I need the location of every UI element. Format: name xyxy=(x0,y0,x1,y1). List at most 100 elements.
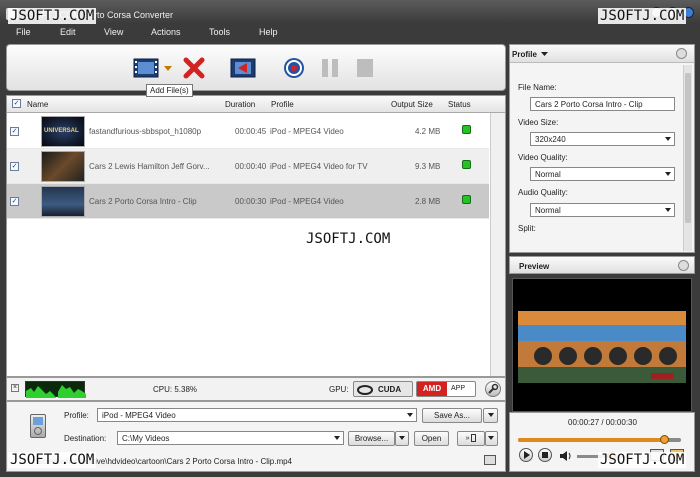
file-name: Cars 2 Porto Corsa Intro - Clip xyxy=(89,197,197,206)
save-as-button[interactable]: Save As... xyxy=(422,408,482,423)
stop-icon xyxy=(357,59,373,77)
status-ready-icon xyxy=(462,195,471,204)
col-duration[interactable]: Duration xyxy=(225,100,255,109)
menu-view[interactable]: View xyxy=(104,27,123,37)
file-duration: 00:00:40 xyxy=(235,162,267,171)
watermark-bottom-left: JSOFTJ.COM xyxy=(8,452,97,468)
table-row[interactable]: ✓ UNIVERSAL fastandfurious-sbbspot_h1080… xyxy=(7,114,489,149)
stop-playback-button[interactable] xyxy=(538,448,552,462)
menu-help[interactable]: Help xyxy=(259,27,278,37)
row-checkbox[interactable]: ✓ xyxy=(10,127,19,136)
thumbnail-logo: UNIVERSAL xyxy=(44,128,79,134)
menu-actions[interactable]: Actions xyxy=(151,27,181,37)
seek-bar-fill xyxy=(518,438,665,442)
cpu-graph xyxy=(25,381,86,398)
add-files-button[interactable] xyxy=(133,57,159,81)
dropdown-arrow-icon xyxy=(164,66,172,71)
table-row[interactable]: ✓ Cars 2 Lewis Hamilton Jeff Gorv... 00:… xyxy=(7,149,489,184)
watermark-top-left: JSOFTJ.COM xyxy=(8,8,97,24)
volume-icon[interactable] xyxy=(559,450,573,462)
browse-dropdown[interactable] xyxy=(395,431,409,446)
watermark-top-right: JSOFTJ.COM xyxy=(598,8,687,24)
profile-select[interactable]: iPod - MPEG4 Video xyxy=(97,408,417,422)
split-label: Split: xyxy=(518,224,536,233)
col-profile[interactable]: Profile xyxy=(271,100,294,109)
profile-panel-expand-button[interactable] xyxy=(676,48,687,59)
play-button[interactable] xyxy=(519,448,533,462)
log-icon[interactable] xyxy=(484,455,496,465)
file-name: fastandfurious-sbbspot_h1080p xyxy=(89,127,202,136)
list-scrollbar[interactable] xyxy=(490,113,505,376)
menu-file[interactable]: File xyxy=(16,27,31,37)
save-as-label: Save As... xyxy=(433,411,471,420)
stop-button[interactable] xyxy=(355,57,375,81)
transfer-to-device-button[interactable]: » xyxy=(457,431,485,446)
film-convert-icon xyxy=(230,58,256,78)
video-quality-label: Video Quality: xyxy=(518,153,568,162)
destination-select[interactable]: C:\My Videos xyxy=(117,431,344,445)
select-all-checkbox[interactable]: ✓ xyxy=(12,99,21,108)
col-name[interactable]: Name xyxy=(27,100,48,109)
video-size-label: Video Size: xyxy=(518,118,559,127)
file-name-label: File Name: xyxy=(518,83,557,92)
destination-label: Destination: xyxy=(64,434,107,443)
status-ready-icon xyxy=(462,125,471,134)
audio-quality-select[interactable]: Normal xyxy=(530,203,675,217)
profile-panel-title[interactable]: Profile xyxy=(512,50,537,59)
save-as-dropdown[interactable] xyxy=(483,408,498,423)
seek-handle[interactable] xyxy=(659,435,669,444)
menu-edit[interactable]: Edit xyxy=(60,27,76,37)
file-duration: 00:00:30 xyxy=(235,197,267,206)
chevron-down-icon xyxy=(488,436,494,440)
preview-expand-button[interactable] xyxy=(678,260,689,271)
row-checkbox[interactable]: ✓ xyxy=(10,197,19,206)
cuda-badge[interactable]: CUDA xyxy=(353,381,413,397)
file-list: ✓ Name Duration Profile Output Size Stat… xyxy=(6,95,506,377)
file-duration: 00:00:45 xyxy=(235,127,267,136)
col-output-size[interactable]: Output Size xyxy=(391,100,433,109)
audio-quality-label: Audio Quality: xyxy=(518,188,568,197)
cpu-graph-icon xyxy=(26,385,86,398)
chevron-down-icon xyxy=(407,413,413,417)
seek-bar[interactable] xyxy=(518,435,681,444)
preview-title: Preview xyxy=(519,262,550,271)
stop-small-icon xyxy=(542,452,548,458)
chevron-down-icon xyxy=(334,436,340,440)
video-preview xyxy=(512,278,692,412)
collapse-icon[interactable]: × xyxy=(11,384,19,392)
amd-app-badge[interactable]: AMD APP xyxy=(416,381,476,397)
thumbnail xyxy=(41,186,85,217)
start-button[interactable] xyxy=(283,57,305,81)
preview-header: Preview xyxy=(509,256,695,274)
table-row-selected[interactable]: ✓ Cars 2 Porto Corsa Intro - Clip 00:00:… xyxy=(7,184,489,219)
chevron-down-icon xyxy=(541,52,548,56)
open-button[interactable]: Open xyxy=(414,431,449,446)
profile-panel-header: Profile xyxy=(510,45,694,63)
convert-button[interactable] xyxy=(230,57,256,81)
ipod-device-icon xyxy=(30,414,46,438)
col-status[interactable]: Status xyxy=(448,100,471,109)
video-quality-select-value: Normal xyxy=(535,170,561,179)
remove-button[interactable] xyxy=(183,57,205,81)
video-frame-image xyxy=(513,279,691,411)
file-profile: iPod - MPEG4 Video for TV xyxy=(270,162,368,171)
browse-button[interactable]: Browse... xyxy=(348,431,395,446)
pause-button[interactable] xyxy=(320,57,340,81)
file-name-input[interactable]: Cars 2 Porto Corsa Intro - Clip xyxy=(530,97,675,111)
transfer-dropdown[interactable] xyxy=(485,431,498,446)
refresh-start-icon xyxy=(284,58,304,78)
menu-tools[interactable]: Tools xyxy=(209,27,230,37)
row-checkbox[interactable]: ✓ xyxy=(10,162,19,171)
nvidia-eye-icon xyxy=(357,385,373,395)
title-bar: JSOFTJ.COM Porto Corsa Converter xyxy=(0,0,700,24)
video-size-select[interactable]: 320x240 xyxy=(530,132,675,146)
status-ready-icon xyxy=(462,160,471,169)
cpu-gpu-bar: × CPU: 5.38% GPU: CUDA AMD APP xyxy=(6,377,506,401)
profile-panel-scrollbar[interactable] xyxy=(683,65,692,251)
add-files-dropdown[interactable] xyxy=(164,65,172,74)
amd-logo: AMD xyxy=(417,382,447,396)
settings-wrench-button[interactable] xyxy=(485,381,501,397)
video-quality-select[interactable]: Normal xyxy=(530,167,675,181)
chevron-down-icon xyxy=(665,172,671,176)
file-name: Cars 2 Lewis Hamilton Jeff Gorv... xyxy=(89,162,210,171)
